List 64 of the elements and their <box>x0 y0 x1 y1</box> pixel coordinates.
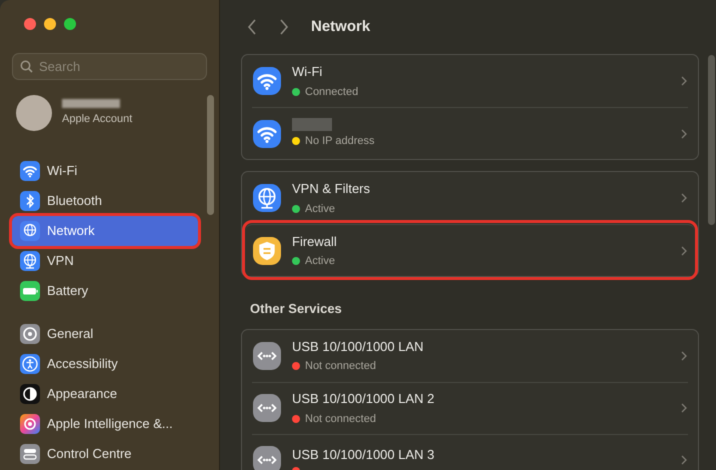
minimize-window-button[interactable] <box>44 18 56 30</box>
bluetooth-icon <box>20 191 40 211</box>
wifi-icon <box>253 120 281 148</box>
chevron-icon <box>681 403 687 413</box>
status-text: Active <box>305 202 335 216</box>
sidebar-item[interactable]: Appearance <box>12 379 198 409</box>
service-name: USB 10/100/1000 LAN 2 <box>292 390 436 408</box>
sidebar-item[interactable]: Battery <box>12 276 198 306</box>
gear-icon <box>20 324 40 344</box>
toggles-icon <box>20 444 40 464</box>
sidebar-item[interactable]: Control Centre <box>12 439 198 469</box>
sidebar-item[interactable]: Network <box>12 216 198 246</box>
ethernet-icon <box>253 342 281 370</box>
service-row[interactable]: USB 10/100/1000 LAN Not connected <box>252 330 688 382</box>
service-row[interactable]: USB 10/100/1000 LAN 2 Not connected <box>252 382 688 434</box>
redacted-name <box>62 98 120 108</box>
status-text: Connected <box>305 84 358 100</box>
accessibility-icon <box>20 354 40 374</box>
status-text: No IP address <box>305 134 375 149</box>
zoom-window-button[interactable] <box>64 18 76 30</box>
search-icon <box>20 60 33 73</box>
flower-icon <box>20 414 40 434</box>
chevron-icon <box>681 455 687 465</box>
half-circle-icon <box>20 384 40 404</box>
chevron-icon <box>681 193 687 203</box>
wifi-icon <box>20 161 40 181</box>
ethernet-icon <box>253 394 281 422</box>
shield-icon <box>253 236 281 264</box>
search-field[interactable]: Search <box>12 53 207 80</box>
chevron-icon <box>681 76 687 86</box>
globe-icon <box>253 184 281 212</box>
service-row[interactable]: No IP address <box>252 107 688 159</box>
service-name: Firewall <box>292 232 338 250</box>
account-label: Apple Account <box>62 112 132 127</box>
back-chevron-icon[interactable] <box>247 19 257 35</box>
section-heading: Other Services <box>249 300 343 318</box>
sidebar-item[interactable]: Apple Intelligence &... <box>12 409 198 439</box>
service-name: USB 10/100/1000 LAN 3 <box>292 446 436 464</box>
page-title: Network <box>311 16 370 37</box>
globe-icon <box>20 251 40 271</box>
service-name: Wi-Fi <box>292 63 324 81</box>
sidebar-item[interactable]: Wi-Fi <box>12 156 198 186</box>
close-window-button[interactable] <box>24 18 36 30</box>
service-row[interactable]: VPN & Filters Active <box>252 172 688 224</box>
service-row[interactable]: Wi-Fi Connected <box>252 55 688 107</box>
sidebar-item[interactable]: Accessibility <box>12 349 198 379</box>
battery-icon <box>20 281 40 301</box>
chevron-icon <box>681 128 687 138</box>
service-row[interactable]: USB 10/100/1000 LAN 3 <box>252 434 688 470</box>
globe-icon <box>20 221 40 241</box>
chevron-icon <box>681 246 687 256</box>
status-text: Not connected <box>305 359 376 374</box>
wifi-icon <box>253 67 281 95</box>
forward-chevron-icon[interactable] <box>279 19 289 35</box>
sidebar-item[interactable]: Bluetooth <box>12 186 198 216</box>
avatar[interactable] <box>16 95 52 131</box>
chevron-icon <box>681 350 687 360</box>
service-name: VPN & Filters <box>292 180 372 198</box>
status-text: Not connected <box>305 412 376 426</box>
sidebar-item[interactable]: VPN <box>12 246 198 276</box>
service-name: USB 10/100/1000 LAN <box>292 338 425 356</box>
status-text: Active <box>305 254 335 269</box>
sidebar-item[interactable]: General <box>12 319 198 349</box>
service-row[interactable]: Firewall Active <box>246 224 694 276</box>
